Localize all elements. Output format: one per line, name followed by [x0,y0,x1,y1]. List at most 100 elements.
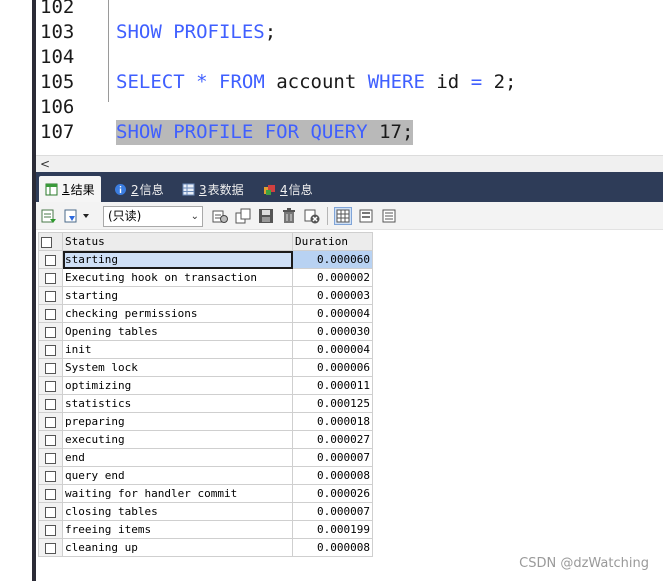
copy-rows-icon[interactable] [211,207,229,225]
duration-cell[interactable]: 0.000125 [292,394,373,413]
row-checkbox[interactable] [38,484,63,503]
status-cell[interactable]: preparing [62,412,293,431]
duration-cell[interactable]: 0.000007 [292,502,373,521]
table-row[interactable]: statistics 0.000125 [38,394,373,413]
status-cell[interactable]: waiting for handler commit [62,484,293,503]
scroll-left-arrow-icon[interactable]: < [40,156,50,172]
row-checkbox[interactable] [38,394,63,413]
row-checkbox[interactable] [38,340,63,359]
duration-cell[interactable]: 0.000007 [292,448,373,467]
editor-line[interactable]: 106 [0,95,663,120]
table-row[interactable]: Opening tables 0.000030 [38,322,373,341]
row-checkbox[interactable] [38,502,63,521]
status-cell[interactable]: optimizing [62,376,293,395]
duration-cell[interactable]: 0.000030 [292,322,373,341]
status-cell[interactable]: closing tables [62,502,293,521]
duration-cell[interactable]: 0.000008 [292,466,373,485]
tab-results[interactable]: 1 结果 [39,176,101,202]
status-cell[interactable]: init [62,340,293,359]
duration-cell[interactable]: 0.000027 [292,430,373,449]
duration-cell[interactable]: 0.000004 [292,340,373,359]
table-row[interactable]: closing tables 0.000007 [38,502,373,521]
result-grid[interactable]: Status Duration starting 0.000060 Executin… [36,230,663,581]
column-header-duration[interactable]: Duration [292,232,373,251]
duration-cell[interactable]: 0.000003 [292,286,373,305]
row-checkbox[interactable] [38,448,63,467]
fold-gutter-line [108,22,109,102]
table-row[interactable]: Executing hook on transaction 0.000002 [38,268,373,287]
status-cell[interactable]: query end [62,466,293,485]
row-checkbox[interactable] [38,466,63,485]
table-row[interactable]: end 0.000007 [38,448,373,467]
row-checkbox[interactable] [38,520,63,539]
editor-line[interactable]: 105 SELECT * FROM account WHERE id = 2; [0,70,663,95]
mode-select[interactable]: (只读) ⌄ [103,206,203,227]
row-checkbox[interactable] [38,538,63,557]
table-row[interactable]: starting 0.000060 [38,250,373,269]
duplicate-icon[interactable] [234,207,252,225]
table-row[interactable]: query end 0.000008 [38,466,373,485]
editor-line[interactable]: 103 SHOW PROFILES; [0,20,663,45]
status-cell[interactable]: checking permissions [62,304,293,323]
code-text[interactable]: SHOW PROFILE FOR QUERY 17; [116,120,414,145]
form-view-icon[interactable] [357,207,375,225]
status-cell[interactable]: end [62,448,293,467]
column-header-status[interactable]: Status [62,232,293,251]
code-text[interactable]: SELECT * FROM account WHERE id = 2; [116,70,516,95]
table-row[interactable]: executing 0.000027 [38,430,373,449]
table-row[interactable]: init 0.000004 [38,340,373,359]
duration-cell[interactable]: 0.000018 [292,412,373,431]
editor-line[interactable]: 102 [0,0,663,20]
status-cell[interactable]: Opening tables [62,322,293,341]
status-cell[interactable]: cleaning up [62,538,293,557]
tab-messages[interactable]: 4 信息 [257,177,319,202]
sql-editor[interactable]: 102 103 SHOW PROFILES; 104 105 SELECT * FROM … [0,0,663,155]
row-checkbox[interactable] [38,376,63,395]
table-row[interactable]: waiting for handler commit 0.000026 [38,484,373,503]
text-view-icon[interactable] [380,207,398,225]
code-text[interactable]: SHOW PROFILES; [116,20,276,45]
editor-line[interactable]: 104 [0,45,663,70]
duration-cell[interactable]: 0.000011 [292,376,373,395]
status-cell[interactable]: statistics [62,394,293,413]
duration-cell[interactable]: 0.000008 [292,538,373,557]
table-row[interactable]: starting 0.000003 [38,286,373,305]
editor-horizontal-scrollbar[interactable]: < [36,155,663,172]
select-all-checkbox[interactable] [38,232,63,251]
status-cell[interactable]: Executing hook on transaction [62,268,293,287]
grid-view-icon[interactable] [334,207,352,225]
import-dropdown-icon[interactable] [63,207,91,225]
save-icon[interactable] [257,207,275,225]
tab-table-data[interactable]: 3 表数据 [176,177,250,202]
row-checkbox[interactable] [38,268,63,287]
table-row[interactable]: freeing items 0.000199 [38,520,373,539]
status-cell[interactable]: starting [62,250,293,269]
row-checkbox[interactable] [38,430,63,449]
editor-line[interactable]: 107 SHOW PROFILE FOR QUERY 17; [0,120,663,145]
table-row[interactable]: cleaning up 0.000008 [38,538,373,557]
export-icon[interactable] [40,207,58,225]
duration-cell[interactable]: 0.000060 [292,250,373,269]
delete-icon[interactable] [280,207,298,225]
row-checkbox[interactable] [38,304,63,323]
duration-cell[interactable]: 0.000006 [292,358,373,377]
row-checkbox[interactable] [38,286,63,305]
cancel-icon[interactable] [303,207,321,225]
status-cell[interactable]: freeing items [62,520,293,539]
row-checkbox[interactable] [38,358,63,377]
table-row[interactable]: System lock 0.000006 [38,358,373,377]
tab-info[interactable]: 2 信息 [108,177,170,202]
row-checkbox[interactable] [38,250,63,269]
status-cell[interactable]: System lock [62,358,293,377]
table-row[interactable]: checking permissions 0.000004 [38,304,373,323]
table-row[interactable]: optimizing 0.000011 [38,376,373,395]
row-checkbox[interactable] [38,412,63,431]
row-checkbox[interactable] [38,322,63,341]
duration-cell[interactable]: 0.000004 [292,304,373,323]
duration-cell[interactable]: 0.000199 [292,520,373,539]
status-cell[interactable]: starting [62,286,293,305]
duration-cell[interactable]: 0.000026 [292,484,373,503]
table-row[interactable]: preparing 0.000018 [38,412,373,431]
duration-cell[interactable]: 0.000002 [292,268,373,287]
status-cell[interactable]: executing [62,430,293,449]
